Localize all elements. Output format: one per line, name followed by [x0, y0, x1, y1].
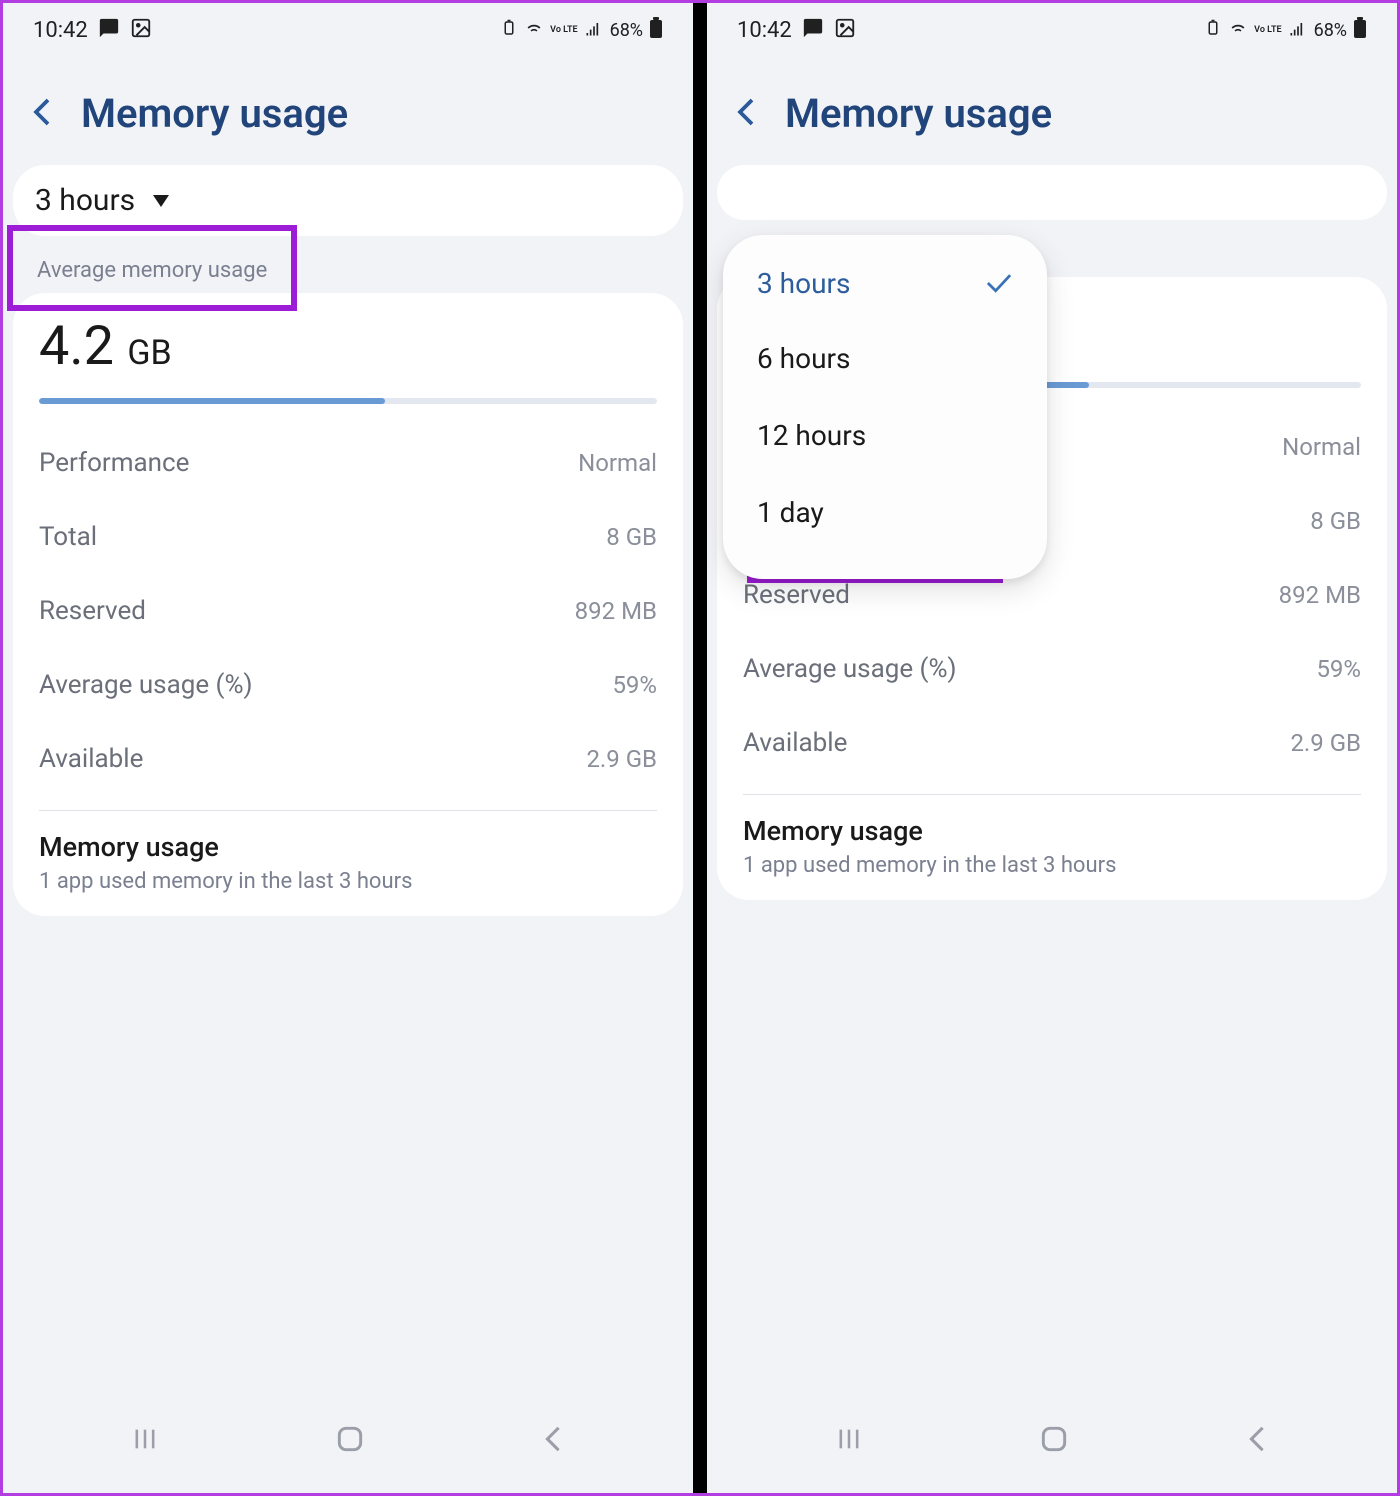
stat-value: Normal [1282, 433, 1361, 461]
stat-label: Reserved [743, 580, 850, 610]
page-title: Memory usage [785, 90, 1052, 137]
avg-usage-value: 4.2 GB [39, 315, 657, 378]
stat-avg-pct: Average usage (%) 59% [743, 632, 1361, 706]
stat-value: 2.9 GB [586, 745, 657, 773]
popup-selected-label: 3 hours [757, 267, 850, 300]
recents-button[interactable] [835, 1425, 863, 1457]
back-icon[interactable] [737, 97, 755, 131]
back-button[interactable] [541, 1425, 565, 1457]
back-icon[interactable] [33, 97, 51, 131]
battery-icon [1353, 17, 1367, 44]
phone-screenshot-left: 10:42 Vo LTE 68% [3, 3, 693, 1493]
alarm-icon [500, 19, 518, 42]
section-label: Average memory usage [3, 252, 693, 293]
time-range-popup[interactable]: 3 hours 6 hours 12 hours 1 day [723, 235, 1047, 579]
battery-percent: 68% [1314, 20, 1347, 41]
page-header: Memory usage [3, 54, 693, 165]
memory-usage-link[interactable]: Memory usage 1 app used memory in the la… [39, 831, 657, 894]
home-button[interactable] [1038, 1423, 1070, 1459]
status-time: 10:42 [33, 18, 88, 43]
phone-screenshot-right: 10:42 Vo LTE 68% [707, 3, 1397, 1493]
time-range-dropdown[interactable]: 3 hours [13, 165, 683, 236]
battery-icon [649, 17, 663, 44]
page-title: Memory usage [81, 90, 348, 137]
stat-total: Total 8 GB [39, 500, 657, 574]
popup-option-1d[interactable]: 1 day [747, 474, 1023, 551]
stat-value: 8 GB [606, 523, 657, 551]
stat-value: 59% [612, 671, 657, 699]
battery-percent: 68% [610, 20, 643, 41]
usage-progress-fill [39, 398, 385, 404]
recents-button[interactable] [131, 1425, 159, 1457]
page-header: Memory usage [707, 54, 1397, 165]
stat-label: Total [39, 522, 97, 552]
usage-number: 4.2 [39, 315, 114, 378]
stat-label: Reserved [39, 596, 146, 626]
status-time: 10:42 [737, 18, 792, 43]
stat-label: Available [39, 744, 143, 774]
check-icon [985, 267, 1013, 300]
usage-unit: GB [127, 333, 171, 373]
stat-label: Average usage (%) [743, 654, 957, 684]
stat-value: 892 MB [1279, 581, 1361, 609]
status-bar: 10:42 Vo LTE 68% [3, 3, 693, 54]
stat-value: 2.9 GB [1290, 729, 1361, 757]
stat-label: Available [743, 728, 847, 758]
stat-value: 892 MB [575, 597, 657, 625]
memory-stats-card: 4.2 GB Performance Normal Total 8 GB Res… [13, 293, 683, 916]
divider [39, 810, 657, 811]
alarm-icon [1204, 19, 1222, 42]
stat-value: Normal [578, 449, 657, 477]
stat-performance: Performance Normal [39, 426, 657, 500]
home-button[interactable] [334, 1423, 366, 1459]
popup-selected-option[interactable]: 3 hours [747, 259, 1023, 320]
wifi-icon [524, 18, 544, 43]
signal-icon [1288, 18, 1308, 43]
signal-icon [584, 18, 604, 43]
chat-icon [802, 17, 824, 44]
memory-usage-subtitle: 1 app used memory in the last 3 hours [39, 869, 657, 894]
stat-value: 59% [1316, 655, 1361, 683]
stat-reserved: Reserved 892 MB [39, 574, 657, 648]
memory-usage-subtitle: 1 app used memory in the last 3 hours [743, 853, 1361, 878]
stat-available: Available 2.9 GB [39, 722, 657, 796]
memory-usage-title: Memory usage [743, 815, 1361, 847]
memory-usage-title: Memory usage [39, 831, 657, 863]
volte-icon: Vo LTE [1254, 26, 1281, 35]
dropdown-selected-label: 3 hours [35, 183, 135, 218]
stat-label: Performance [39, 448, 189, 478]
volte-icon: Vo LTE [550, 26, 577, 35]
stat-label: Average usage (%) [39, 670, 253, 700]
stat-available: Available 2.9 GB [743, 706, 1361, 780]
picture-icon [130, 17, 152, 44]
android-navbar [707, 1397, 1397, 1493]
popup-option-6h[interactable]: 6 hours [747, 320, 1023, 397]
android-navbar [3, 1397, 693, 1493]
status-bar: 10:42 Vo LTE 68% [707, 3, 1397, 54]
time-range-dropdown[interactable]: . [717, 165, 1387, 220]
chat-icon [98, 17, 120, 44]
memory-usage-link[interactable]: Memory usage 1 app used memory in the la… [743, 815, 1361, 878]
dropdown-triangle-icon [153, 195, 169, 207]
popup-option-12h[interactable]: 12 hours [747, 397, 1023, 474]
wifi-icon [1228, 18, 1248, 43]
back-button[interactable] [1245, 1425, 1269, 1457]
usage-progress-bar [39, 398, 657, 404]
stat-value: 8 GB [1310, 507, 1361, 535]
divider [743, 794, 1361, 795]
picture-icon [834, 17, 856, 44]
stat-avg-pct: Average usage (%) 59% [39, 648, 657, 722]
